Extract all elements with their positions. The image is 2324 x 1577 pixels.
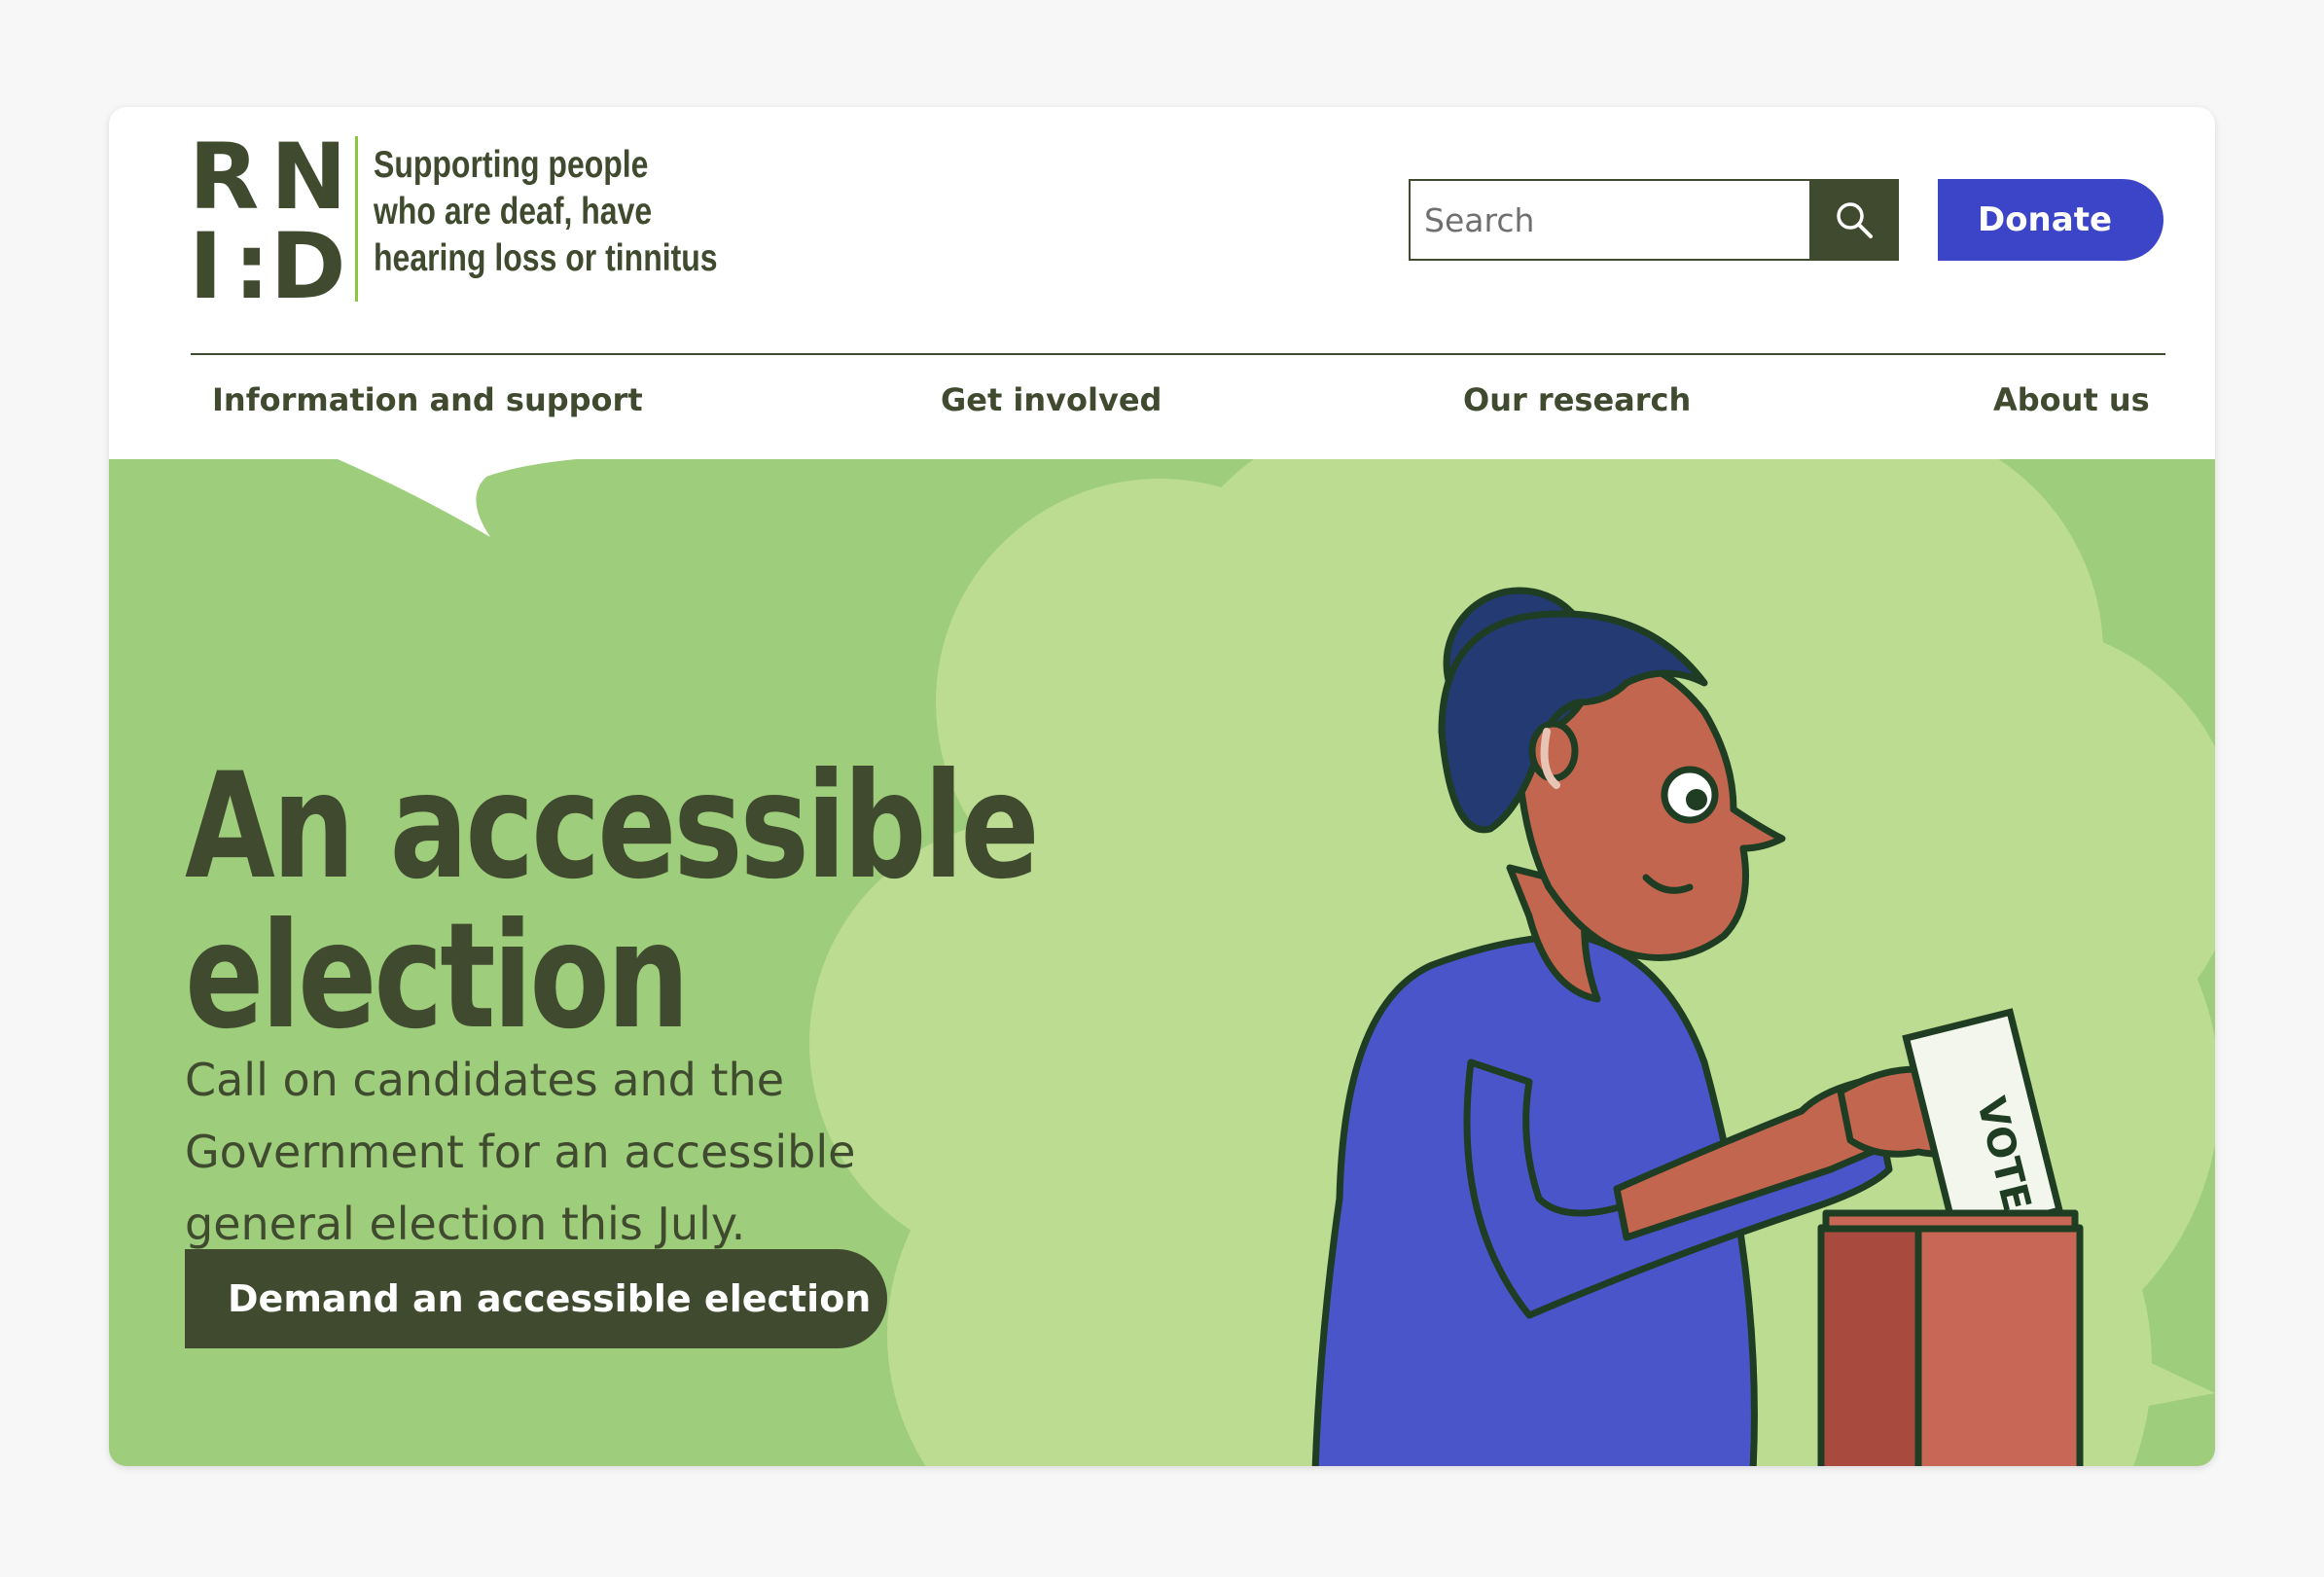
- hero-headline: An accessible election: [185, 741, 1040, 1061]
- nav-item-about-us[interactable]: About us: [1993, 381, 2150, 418]
- logo-tagline: Supporting people who are deaf, have hea…: [374, 142, 820, 282]
- logo-letter-i: I: [189, 214, 223, 320]
- rnid-logo[interactable]: R N I :D Supporting people who are deaf,…: [189, 132, 792, 317]
- logo-letter-n: N: [270, 125, 347, 231]
- search-button[interactable]: [1809, 179, 1899, 261]
- logo-divider: [355, 136, 358, 302]
- tagline-line: who are deaf, have: [374, 191, 653, 233]
- main-nav: Information and support Get involved Our…: [109, 356, 2215, 455]
- page-card: R N I :D Supporting people who are deaf,…: [109, 107, 2215, 1466]
- logo-letter-d: :D: [233, 214, 346, 320]
- search-icon: [1837, 202, 1873, 238]
- headline-line: election: [185, 891, 690, 1061]
- search-box: [1409, 179, 1813, 261]
- logo-mark: R N I :D: [189, 125, 347, 313]
- tagline-line: hearing loss or tinnitus: [374, 237, 718, 279]
- ballot-box: [1817, 1209, 2084, 1466]
- demand-accessible-election-button[interactable]: Demand an accessible election: [185, 1249, 887, 1348]
- hero-lead-text: Call on candidates and the Government fo…: [185, 1054, 856, 1250]
- headline-line: An accessible: [185, 741, 1040, 912]
- speech-notch: [338, 459, 576, 537]
- donate-button[interactable]: Donate: [1938, 179, 2163, 261]
- hero-banner: VOTE An accessible election Call on cand…: [109, 459, 2215, 1466]
- nav-item-our-research[interactable]: Our research: [1463, 381, 1691, 418]
- nav-item-information-and-support[interactable]: Information and support: [212, 381, 643, 418]
- header-divider: [191, 353, 2165, 355]
- logo-letter-r: R: [189, 125, 260, 231]
- tagline-line: Supporting people: [374, 144, 649, 186]
- search-input[interactable]: [1411, 181, 1809, 259]
- nav-item-get-involved[interactable]: Get involved: [941, 381, 1162, 418]
